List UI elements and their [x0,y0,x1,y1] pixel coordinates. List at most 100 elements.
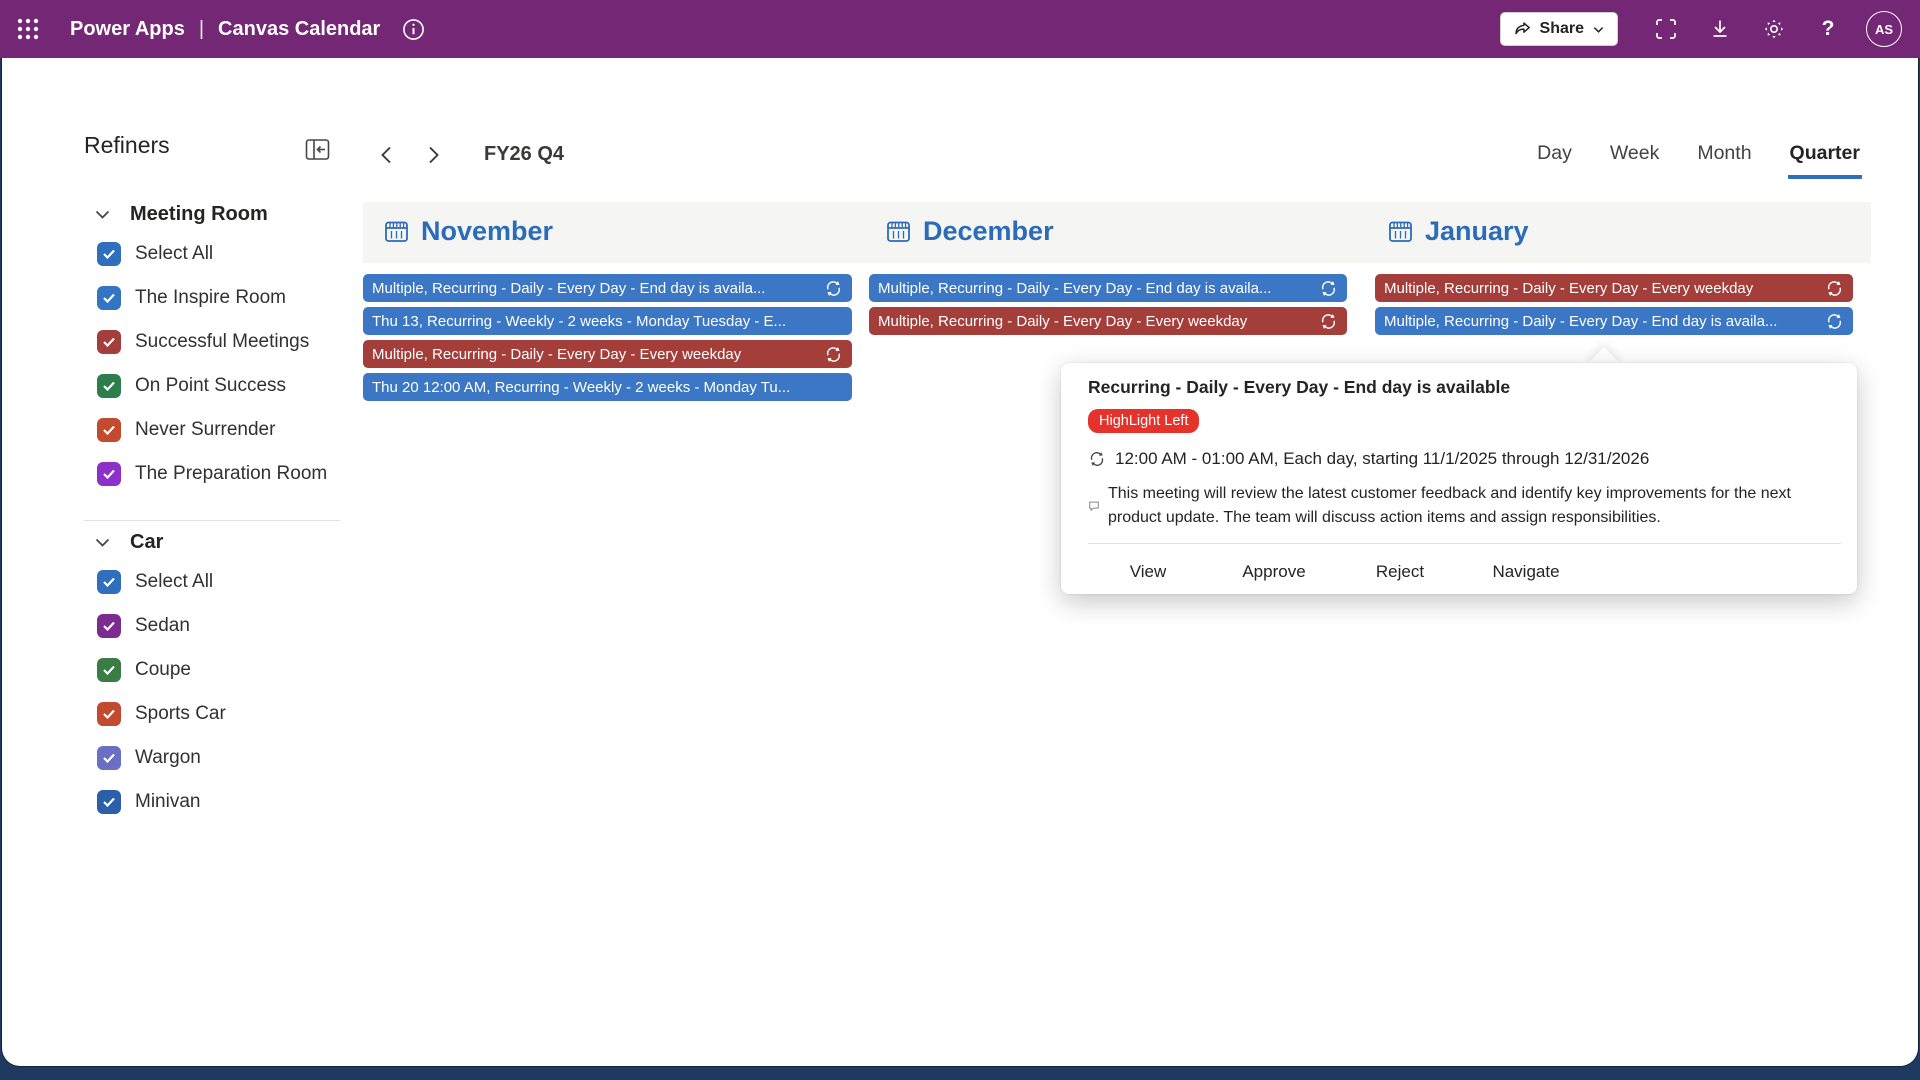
refiners-title: Refiners [84,132,170,159]
checkbox[interactable] [97,614,121,638]
waffle-menu-icon[interactable] [0,0,56,58]
chevron-down-icon [94,534,111,551]
refiner-label: The Preparation Room [135,463,327,485]
refiner-item-sedan[interactable]: Sedan [84,604,342,648]
top-bar: Power Apps | Canvas Calendar Share [0,0,1920,58]
month-name: December [923,216,1054,247]
month-header-november: November [383,216,553,247]
share-label: Share [1540,20,1584,38]
checkbox[interactable] [97,570,121,594]
popup-divider [1088,543,1841,544]
month-header-december: December [885,216,1054,247]
fit-to-screen-icon[interactable] [1644,7,1688,51]
checkbox[interactable] [97,330,121,354]
screen-name: Canvas Calendar [218,18,380,41]
refiner-label: Coupe [135,659,191,681]
title-divider: | [199,18,204,41]
event-bar[interactable]: Multiple, Recurring - Daily - Every Day … [869,307,1347,335]
checkbox[interactable] [97,418,121,442]
checkbox[interactable] [97,790,121,814]
recurrence-icon [1825,279,1844,298]
event-text: Multiple, Recurring - Daily - Every Day … [878,313,1311,330]
checkbox[interactable] [97,702,121,726]
refiner-item-select-all[interactable]: Select All [84,232,342,276]
avatar[interactable]: AS [1866,11,1902,47]
refiner-label: Sedan [135,615,190,637]
reject-button[interactable]: Reject [1337,556,1463,588]
help-icon[interactable]: ? [1806,7,1850,51]
section-header-car[interactable]: Car [84,524,342,560]
approve-button[interactable]: Approve [1211,556,1337,588]
refiner-section-meeting-room: Meeting Room Select All The Inspire Room… [84,196,342,496]
calendar-icon [383,218,410,245]
event-text: Multiple, Recurring - Daily - Every Day … [372,280,816,297]
share-button[interactable]: Share [1500,12,1618,46]
event-bar[interactable]: Thu 13, Recurring - Weekly - 2 weeks - M… [363,307,852,335]
app-title: Power Apps | Canvas Calendar [70,18,380,41]
info-icon[interactable] [402,18,425,41]
checkbox[interactable] [97,462,121,486]
popup-notes-row: This meeting will review the latest cust… [1088,482,1841,530]
refiner-item-never-surrender[interactable]: Never Surrender [84,408,342,452]
notes-icon [1088,500,1100,512]
event-bar[interactable]: Thu 20 12:00 AM, Recurring - Weekly - 2 … [363,373,852,401]
collapse-panel-icon[interactable] [304,136,331,163]
month-name: January [1425,216,1529,247]
tab-month[interactable]: Month [1695,142,1753,175]
checkbox[interactable] [97,286,121,310]
download-icon[interactable] [1698,7,1742,51]
next-period-button[interactable] [416,138,450,172]
refiner-item-the-inspire-room[interactable]: The Inspire Room [84,276,342,320]
refiner-item-sports-car[interactable]: Sports Car [84,692,342,736]
schedule-text: 12:00 AM - 01:00 AM, Each day, starting … [1115,449,1649,469]
refiner-label: Never Surrender [135,419,275,441]
event-bar[interactable]: Multiple, Recurring - Daily - Every Day … [1375,274,1853,302]
refiner-item-minivan[interactable]: Minivan [84,780,342,824]
event-text: Multiple, Recurring - Daily - Every Day … [878,280,1311,297]
event-text: Thu 20 12:00 AM, Recurring - Weekly - 2 … [372,379,843,396]
checkbox[interactable] [97,658,121,682]
period-label: FY26 Q4 [484,143,564,166]
refiner-item-wargon[interactable]: Wargon [84,736,342,780]
event-bar[interactable]: Multiple, Recurring - Daily - Every Day … [363,340,852,368]
refiner-label: On Point Success [135,375,286,397]
popup-actions: View Approve Reject Navigate [1085,556,1841,588]
section-header-meeting-room[interactable]: Meeting Room [84,196,342,232]
navigate-button[interactable]: Navigate [1463,556,1589,588]
refiner-item-successful-meetings[interactable]: Successful Meetings [84,320,342,364]
month-header-band [363,202,1871,263]
view-tabs: Day Week Month Quarter [1535,142,1862,179]
view-button[interactable]: View [1085,556,1211,588]
checkbox[interactable] [97,374,121,398]
tab-week[interactable]: Week [1608,142,1662,175]
month-column-november: Multiple, Recurring - Daily - Every Day … [363,274,852,401]
refiner-item-select-all-car[interactable]: Select All [84,560,342,604]
recurrence-icon [1319,279,1338,298]
refiner-item-on-point-success[interactable]: On Point Success [84,364,342,408]
event-bar-selected[interactable]: Multiple, Recurring - Daily - Every Day … [1375,307,1853,335]
refiner-label: The Inspire Room [135,287,286,309]
month-header-january: January [1387,216,1529,247]
tab-quarter[interactable]: Quarter [1788,142,1862,179]
refiner-section-car: Car Select All Sedan Coupe Sports Car Wa… [84,524,342,824]
chevron-right-icon [423,145,443,165]
event-bar[interactable]: Multiple, Recurring - Daily - Every Day … [363,274,852,302]
settings-gear-icon[interactable] [1752,7,1796,51]
sidebar-divider [84,520,340,521]
refiner-label: Select All [135,243,213,265]
refiner-label: Select All [135,571,213,593]
chevron-down-icon [1592,23,1605,36]
prev-period-button[interactable] [370,138,404,172]
checkbox[interactable] [97,242,121,266]
section-label: Meeting Room [130,203,268,226]
refiner-item-the-preparation-room[interactable]: The Preparation Room [84,452,342,496]
refiner-label: Sports Car [135,703,226,725]
event-bar[interactable]: Multiple, Recurring - Daily - Every Day … [869,274,1347,302]
recurrence-icon [824,345,843,364]
checkbox[interactable] [97,746,121,770]
chevron-down-icon [94,206,111,223]
recurrence-icon [1088,450,1106,468]
tab-day[interactable]: Day [1535,142,1574,175]
refiner-item-coupe[interactable]: Coupe [84,648,342,692]
event-text: Multiple, Recurring - Daily - Every Day … [1384,280,1817,297]
